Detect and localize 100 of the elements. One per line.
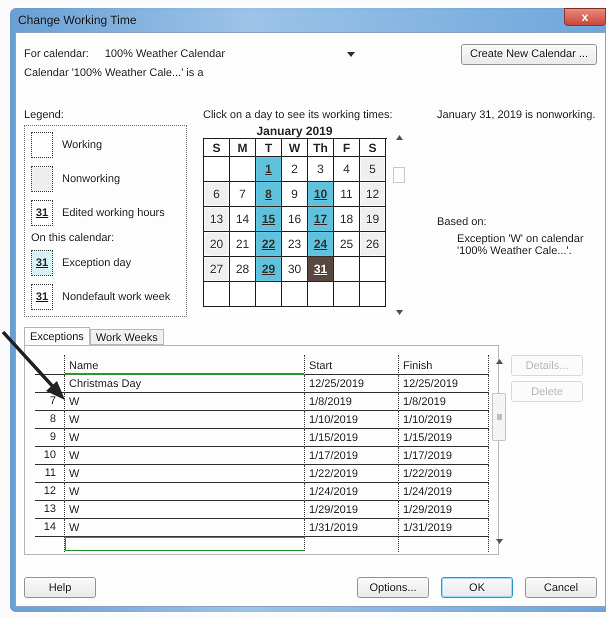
table-cell[interactable]: 1/17/2019 xyxy=(305,447,399,465)
dialog-button[interactable]: OK xyxy=(441,577,513,598)
dialog-button[interactable]: Options... xyxy=(357,577,429,598)
table-cell[interactable]: 1/17/2019 xyxy=(399,447,489,465)
legend-subtitle: On this calendar: xyxy=(31,232,116,244)
calendar-day[interactable]: 10 xyxy=(308,182,334,207)
legend-label: Edited working hours xyxy=(62,207,165,219)
legend-swatch: 31 xyxy=(31,284,53,310)
active-cell[interactable] xyxy=(65,537,305,551)
calendar-day[interactable]: 2 xyxy=(282,157,308,182)
table-cell[interactable]: 12/25/2019 xyxy=(399,375,489,393)
tab[interactable]: Work Weeks xyxy=(90,329,164,345)
calendar-dropdown[interactable]: 100% Weather Calendar xyxy=(100,48,359,60)
tab[interactable]: Exceptions xyxy=(24,327,90,345)
calendar-day[interactable]: 28 xyxy=(230,257,256,282)
calendar-day[interactable]: 20 xyxy=(204,232,230,257)
dialog-button[interactable]: Cancel xyxy=(525,577,597,598)
legend-label: Nondefault work week xyxy=(62,291,170,303)
calendar-day[interactable]: 15 xyxy=(256,207,282,232)
scroll-thumb[interactable] xyxy=(492,392,506,440)
table-cell[interactable]: Christmas Day xyxy=(65,375,305,393)
table-cell[interactable]: 1/31/2019 xyxy=(305,519,399,537)
table-cell[interactable]: 1/31/2019 xyxy=(399,519,489,537)
calendar-day[interactable]: 12 xyxy=(360,182,386,207)
table-cell[interactable]: W xyxy=(65,393,305,411)
row-number: 9 xyxy=(35,429,65,446)
calendar-day[interactable]: 14 xyxy=(230,207,256,232)
legend-swatch: 31 xyxy=(31,200,53,226)
calendar-day[interactable]: 18 xyxy=(334,207,360,232)
day-status: January 31, 2019 is nonworking. xyxy=(437,109,596,121)
create-calendar-button[interactable]: Create New Calendar ... xyxy=(461,44,597,64)
month-title: January 2019 xyxy=(255,124,334,138)
table-cell[interactable]: 12/25/2019 xyxy=(305,375,399,393)
row-number: 11 xyxy=(35,465,65,482)
calendar-day[interactable]: 24 xyxy=(308,232,334,257)
calendar-day[interactable]: 16 xyxy=(282,207,308,232)
close-button[interactable]: x xyxy=(564,8,606,26)
table-cell[interactable]: 1/29/2019 xyxy=(305,501,399,519)
table-cell[interactable]: 1/24/2019 xyxy=(305,483,399,501)
calendar-day[interactable]: 21 xyxy=(230,232,256,257)
calendar-day[interactable]: 8 xyxy=(256,182,282,207)
table-cell[interactable]: 1/29/2019 xyxy=(399,501,489,519)
legend-label: Nonworking xyxy=(62,173,120,185)
table-cell[interactable]: W xyxy=(65,447,305,465)
calendar-day[interactable]: 3 xyxy=(308,157,334,182)
legend-label: Exception day xyxy=(62,257,132,269)
table-cell[interactable]: 1/22/2019 xyxy=(305,465,399,483)
calendar-day[interactable]: 26 xyxy=(360,232,386,257)
scroll-down-icon[interactable] xyxy=(396,310,402,315)
table-cell[interactable]: W xyxy=(65,519,305,537)
caret-icon xyxy=(346,52,355,56)
scroll-up-icon[interactable] xyxy=(496,359,502,364)
calendar-day[interactable]: 22 xyxy=(256,232,282,257)
table-cell[interactable]: 1/8/2019 xyxy=(305,393,399,411)
calendar-day[interactable]: 1 xyxy=(256,157,282,182)
table-cell[interactable]: 1/24/2019 xyxy=(399,483,489,501)
column-header: Start xyxy=(305,355,399,375)
window-title: Change Working Time xyxy=(18,13,136,27)
table-cell[interactable]: W xyxy=(65,465,305,483)
scroll-down-icon[interactable] xyxy=(496,539,502,544)
row-number: 10 xyxy=(35,447,65,464)
calendar-day[interactable]: 11 xyxy=(334,182,360,207)
calendar-day[interactable]: 5 xyxy=(360,157,386,182)
column-header: Finish xyxy=(399,355,489,375)
table-cell[interactable]: W xyxy=(65,501,305,519)
calendar-day[interactable]: 9 xyxy=(282,182,308,207)
scroll-thumb[interactable] xyxy=(393,167,405,183)
calendar-day[interactable]: 31 xyxy=(308,257,334,282)
calendar-day[interactable]: 30 xyxy=(282,257,308,282)
help-button[interactable]: Help xyxy=(24,577,96,598)
scroll-up-icon[interactable] xyxy=(396,135,402,140)
calendar-day[interactable]: 25 xyxy=(334,232,360,257)
legend-swatch xyxy=(31,166,53,192)
legend-swatch xyxy=(31,132,53,158)
calendar-day[interactable]: 13 xyxy=(204,207,230,232)
table-cell[interactable]: 1/10/2019 xyxy=(305,411,399,429)
table-cell[interactable]: W xyxy=(65,411,305,429)
table-cell[interactable]: 1/10/2019 xyxy=(399,411,489,429)
table-cell[interactable]: W xyxy=(65,483,305,501)
table-cell[interactable]: W xyxy=(65,429,305,447)
calendar-label: For calendar: xyxy=(24,48,89,60)
table-cell[interactable]: 1/15/2019 xyxy=(399,429,489,447)
calendar-prompt: Click on a day to see its working times: xyxy=(203,109,394,121)
legend-swatch: 31 xyxy=(31,250,53,276)
calendar-day[interactable]: 19 xyxy=(360,207,386,232)
month-calendar[interactable]: S M T W Th F S 1 2 3 4 5 6 7 8 9 10 11 12 13 14 15 16 17 18 19 20 21 22 23 24 25 26 27 28 29 30 31 xyxy=(203,138,387,307)
calendar-day[interactable]: 17 xyxy=(308,207,334,232)
calendar-day[interactable]: 7 xyxy=(230,182,256,207)
calendar-day[interactable]: 27 xyxy=(204,257,230,282)
legend-title: Legend: xyxy=(24,109,65,121)
calendar-day[interactable]: 29 xyxy=(256,257,282,282)
calendar-day[interactable]: 23 xyxy=(282,232,308,257)
row-number: 14 xyxy=(35,519,65,536)
row-number: 12 xyxy=(35,483,65,500)
calendar-day[interactable]: 4 xyxy=(334,157,360,182)
row-number: 8 xyxy=(35,411,65,428)
calendar-day[interactable]: 6 xyxy=(204,182,230,207)
table-cell[interactable]: 1/22/2019 xyxy=(399,465,489,483)
table-cell[interactable]: 1/15/2019 xyxy=(305,429,399,447)
table-cell[interactable]: 1/8/2019 xyxy=(399,393,489,411)
